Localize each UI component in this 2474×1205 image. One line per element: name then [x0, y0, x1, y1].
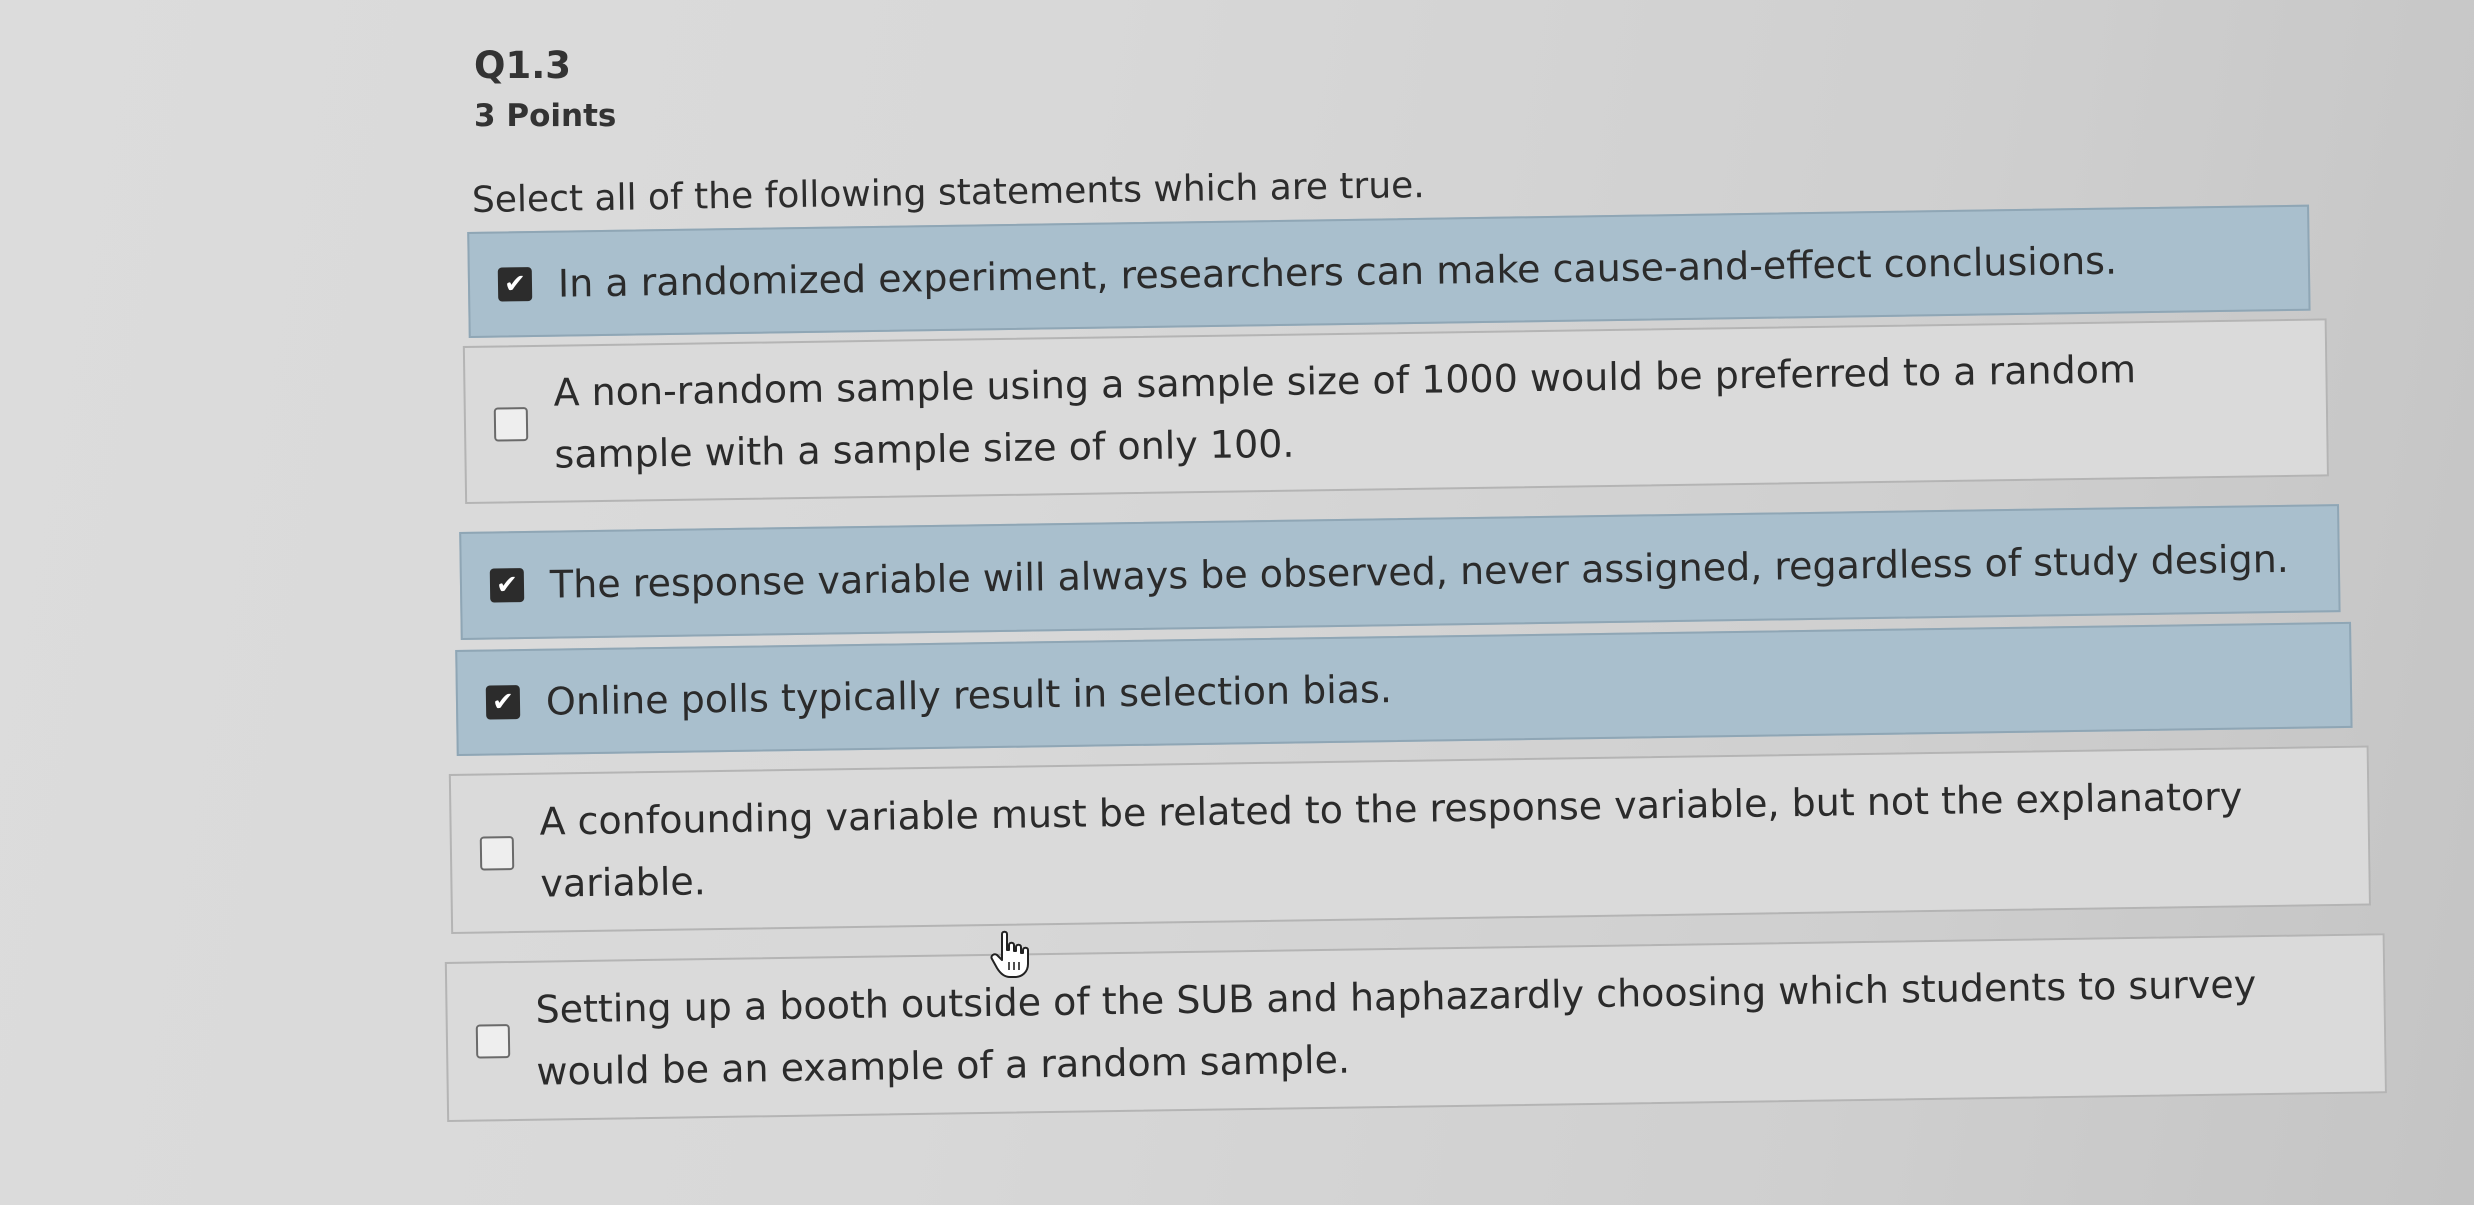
answer-choice-5-label: A confounding variable must be related t… — [539, 774, 2243, 906]
answer-choice-6[interactable]: Setting up a booth outside of the SUB an… — [444, 933, 2387, 1122]
answer-choice-3-label: The response variable will always be obs… — [549, 536, 2290, 607]
answer-choice-5[interactable]: A confounding variable must be related t… — [448, 745, 2371, 934]
answer-choice-4[interactable]: ✔ Online polls typically result in selec… — [455, 621, 2353, 756]
answer-choice-1-label: In a randomized experiment, researchers … — [557, 238, 2118, 306]
question-prompt: Select all of the following statements w… — [471, 165, 1426, 221]
checkbox-empty-icon[interactable] — [493, 407, 529, 442]
checkbox-checked-icon[interactable]: ✔ — [497, 267, 533, 302]
checkbox-checked-icon[interactable]: ✔ — [485, 685, 521, 720]
answer-choice-2-label: A non-random sample using a sample size … — [553, 347, 2137, 477]
answer-choice-2[interactable]: A non-random sample using a sample size … — [462, 318, 2329, 504]
question-panel: Q1.3 3 Points Select all of the followin… — [0, 0, 2474, 1205]
answer-choice-6-label: Setting up a booth outside of the SUB an… — [535, 962, 2257, 1094]
checkbox-empty-icon[interactable] — [475, 1024, 511, 1059]
answer-choice-3[interactable]: ✔ The response variable will always be o… — [459, 504, 2341, 640]
checkbox-empty-icon[interactable] — [479, 836, 515, 871]
checkbox-checked-icon[interactable]: ✔ — [489, 568, 525, 603]
hand-pointer-icon — [990, 930, 1029, 978]
question-number: Q1.3 — [474, 44, 571, 87]
answer-choice-4-label: Online polls typically result in selecti… — [545, 667, 1393, 724]
answer-choice-1[interactable]: ✔ In a randomized experiment, researcher… — [467, 204, 2311, 338]
question-points: 3 Points — [474, 98, 617, 134]
